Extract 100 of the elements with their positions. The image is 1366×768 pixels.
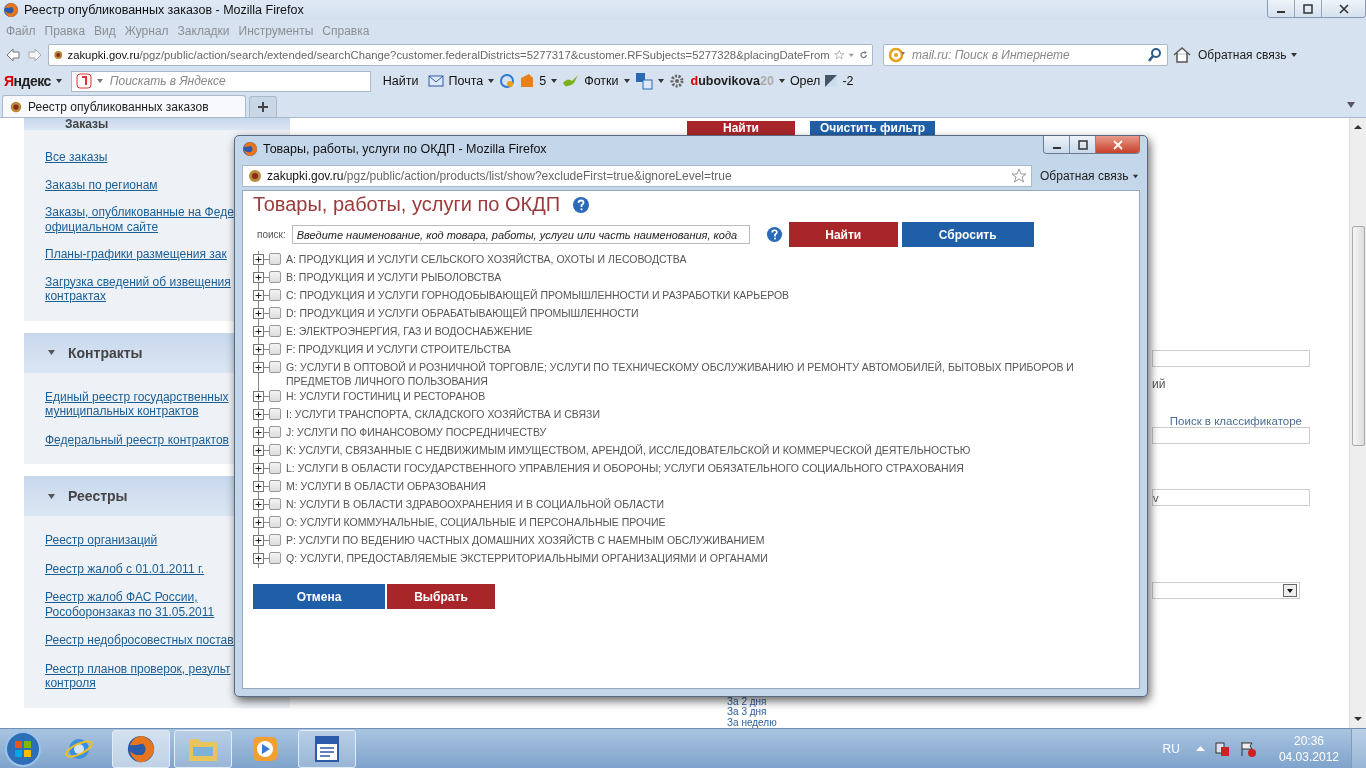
caret-icon[interactable]: [95, 77, 104, 85]
expand-icon[interactable]: [253, 445, 264, 456]
city-label[interactable]: Орел: [789, 74, 821, 88]
classifier-link[interactable]: Поиск в классификаторе: [1169, 415, 1302, 427]
checkbox[interactable]: [269, 462, 281, 474]
search-button[interactable]: Найти: [788, 222, 898, 247]
checkbox[interactable]: [269, 444, 281, 456]
period-link[interactable]: За 2 дня: [727, 696, 1349, 707]
checkbox[interactable]: [269, 552, 281, 564]
category-label[interactable]: A: ПРОДУКЦИЯ И УСЛУГИ СЕЛЬСКОГО ХОЗЯЙСТВА, ОХОТЫ И ЛЕСОВОДСТВА: [286, 252, 687, 266]
category-label[interactable]: C: ПРОДУКЦИЯ И УСЛУГИ ГОРНОДОБЫВАЮЩЕЙ ПРОМЫШЛЕННОСТИ И РАЗРАБОТКИ КАРЬЕРОВ: [286, 288, 790, 302]
expand-icon[interactable]: [253, 409, 264, 420]
expand-icon[interactable]: [253, 517, 264, 528]
yandex-search-box[interactable]: Поискать в Яндексе: [70, 70, 371, 92]
scroll-down-icon[interactable]: [1354, 716, 1362, 722]
caret-icon[interactable]: [550, 77, 559, 85]
search-button[interactable]: Сбросить: [901, 222, 1034, 247]
period-link[interactable]: За неделю: [727, 717, 1349, 728]
scroll-up-icon[interactable]: [1354, 124, 1362, 130]
start-button[interactable]: [4, 729, 42, 768]
expand-icon[interactable]: [253, 362, 264, 373]
checkbox[interactable]: [269, 516, 281, 528]
checkbox[interactable]: [269, 390, 281, 402]
expand-icon[interactable]: [253, 254, 264, 265]
expand-icon[interactable]: [253, 326, 264, 337]
feedback-menu[interactable]: Обратная связь: [1198, 48, 1287, 62]
checkbox[interactable]: [269, 534, 281, 546]
user-name[interactable]: dubovikova20: [690, 74, 774, 88]
checkbox[interactable]: [269, 361, 281, 373]
checkbox[interactable]: [269, 480, 281, 492]
select-field[interactable]: [1152, 582, 1300, 599]
caret-icon[interactable]: [1290, 51, 1299, 59]
home-icon[interactable]: [1172, 46, 1192, 64]
checkbox[interactable]: [269, 325, 281, 337]
search-icon[interactable]: [1147, 47, 1163, 63]
checkbox[interactable]: [269, 271, 281, 283]
caret-icon[interactable]: [487, 77, 496, 85]
expand-icon[interactable]: [253, 308, 264, 319]
dialog-button[interactable]: Выбрать: [387, 584, 495, 609]
expand-icon[interactable]: [253, 427, 264, 438]
checkbox[interactable]: [269, 343, 281, 355]
expand-icon[interactable]: [253, 535, 264, 546]
caret-icon[interactable]: [1132, 172, 1140, 180]
expand-icon[interactable]: [253, 391, 264, 402]
checkbox[interactable]: [269, 253, 281, 265]
expand-icon[interactable]: [253, 290, 264, 301]
expand-icon[interactable]: [253, 463, 264, 474]
filter-button[interactable]: Очистить фильтр: [810, 121, 935, 135]
minimize-button[interactable]: [1268, 0, 1295, 17]
caret-icon[interactable]: [656, 77, 665, 85]
collapse-icon[interactable]: [48, 350, 55, 355]
help-icon[interactable]: [572, 195, 591, 214]
address-field[interactable]: zakupki.gov.ru/pgz/public/action/products/list/show?excludeFirst=true&ignoreLevel=true: [242, 165, 1032, 187]
checkbox[interactable]: [269, 498, 281, 510]
collapse-icon[interactable]: [48, 493, 55, 499]
category-label[interactable]: P: УСЛУГИ ПО ВЕДЕНИЮ ЧАСТНЫХ ДОМАШНИХ ХОЗЯЙСТВ С НАЕМНЫМ ОБСЛУЖИВАНИЕМ: [286, 533, 765, 547]
search-field[interactable]: Введите наименование, код товара, работы, услуги или часть наименования, кода: [291, 225, 750, 244]
mail-link[interactable]: Почта: [448, 74, 484, 88]
caret-icon[interactable]: [777, 77, 786, 85]
web-search-box[interactable]: mail.ru: Поиск в Интернете: [883, 44, 1168, 66]
back-icon[interactable]: [4, 46, 22, 64]
category-label[interactable]: D: ПРОДУКЦИЯ И УСЛУГИ ОБРАБАТЫВАЮЩЕЙ ПРОМЫШЛЕННОСТИ: [286, 306, 639, 320]
expand-icon[interactable]: [253, 499, 264, 510]
scrollbar[interactable]: [1349, 118, 1366, 728]
feedback-menu[interactable]: Обратная связь: [1040, 169, 1129, 183]
list-tabs-icon[interactable]: [1346, 101, 1356, 109]
checkbox[interactable]: [269, 289, 281, 301]
caret-icon[interactable]: [54, 77, 63, 85]
filter-button[interactable]: Найти: [687, 121, 795, 135]
new-tab-button[interactable]: [249, 96, 277, 117]
caret-icon[interactable]: [622, 77, 631, 85]
restore-button[interactable]: [1295, 0, 1322, 17]
category-label[interactable]: K: УСЛУГИ, СВЯЗАННЫЕ С НЕДВИЖИМЫМ ИМУЩЕСТВОМ, АРЕНДОЙ, ИССЛЕДОВАТЕЛЬСКОЙ И КОММЕРЧЕСКОЙ ДЕЯТЕЛЬНОСТЬЮ: [286, 443, 971, 457]
category-label[interactable]: J: УСЛУГИ ПО ФИНАНСОВОМУ ПОСРЕДНИЧЕСТВУ: [286, 425, 547, 439]
photos-link[interactable]: Фотки: [584, 74, 619, 88]
expand-icon[interactable]: [253, 553, 264, 564]
category-label[interactable]: O: УСЛУГИ КОММУНАЛЬНЫЕ, СОЦИАЛЬНЫЕ И ПЕРСОНАЛЬНЫЕ ПРОЧИЕ: [286, 515, 666, 529]
category-label[interactable]: H: УСЛУГИ ГОСТИНИЦ И РЕСТОРАНОВ: [286, 389, 486, 403]
expand-icon[interactable]: [253, 272, 264, 283]
checkbox[interactable]: [269, 426, 281, 438]
help-icon[interactable]: [765, 226, 783, 243]
minimize-button[interactable]: [1044, 136, 1070, 153]
browser-tab[interactable]: Реестр опубликованных заказов: [2, 95, 246, 117]
checkbox[interactable]: [269, 408, 281, 420]
close-button[interactable]: [1096, 136, 1139, 153]
category-label[interactable]: Q: УСЛУГИ, ПРЕДОСТАВЛЯЕМЫЕ ЭКСТЕРРИТОРИАЛЬНЫМИ ОРГАНИЗАЦИЯМИ И ОРГАНАМИ: [286, 551, 768, 565]
text-field[interactable]: [1152, 350, 1310, 367]
expand-icon[interactable]: [253, 344, 264, 355]
flag-icon[interactable]: [1238, 739, 1257, 758]
star-icon[interactable]: [833, 47, 845, 63]
network-icon[interactable]: [1212, 739, 1231, 758]
close-button[interactable]: [1322, 0, 1365, 17]
yandex-logo[interactable]: Яндекс: [4, 73, 51, 89]
dropdown-icon[interactable]: [1283, 584, 1297, 597]
web-search-field[interactable]: mail.ru: Поиск в Интернете: [910, 47, 1143, 63]
taskbar-app[interactable]: [298, 729, 356, 768]
dialog-button[interactable]: Отмена: [253, 584, 385, 609]
category-label[interactable]: I: УСЛУГИ ТРАНСПОРТА, СКЛАДСКОГО ХОЗЯЙСТВА И СВЯЗИ: [286, 407, 600, 421]
find-button[interactable]: Найти: [374, 74, 425, 88]
checkbox[interactable]: [269, 307, 281, 319]
